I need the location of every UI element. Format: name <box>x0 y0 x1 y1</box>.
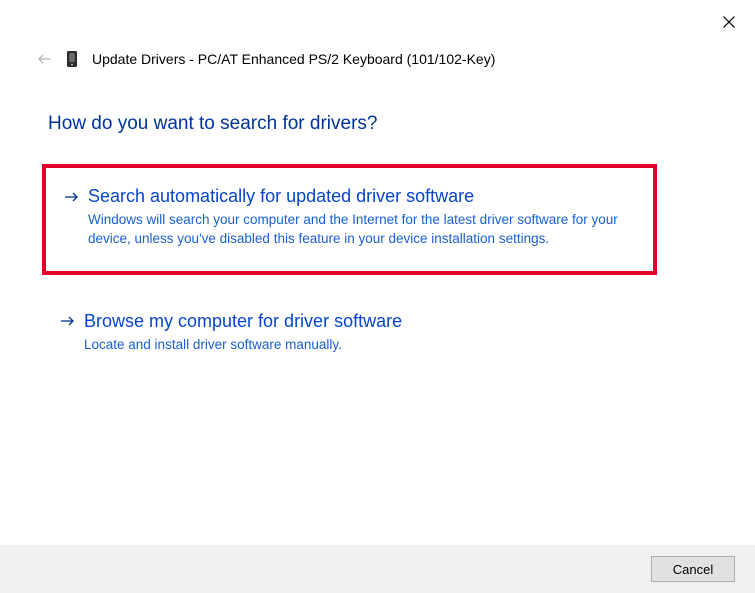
option-header: Browse my computer for driver software <box>60 311 637 332</box>
wizard-header: Update Drivers - PC/AT Enhanced PS/2 Key… <box>38 50 495 68</box>
option-title: Browse my computer for driver software <box>84 311 402 332</box>
arrow-right-icon <box>64 189 78 205</box>
arrow-right-icon <box>60 313 74 329</box>
device-icon <box>66 50 78 68</box>
options-list: Search automatically for updated driver … <box>42 164 657 395</box>
back-button <box>38 51 52 67</box>
option-description: Windows will search your computer and th… <box>88 211 628 249</box>
back-arrow-icon <box>38 54 52 64</box>
option-browse-computer[interactable]: Browse my computer for driver software L… <box>42 293 657 377</box>
close-button[interactable] <box>719 12 739 32</box>
option-search-automatically[interactable]: Search automatically for updated driver … <box>42 164 657 275</box>
wizard-title: Update Drivers - PC/AT Enhanced PS/2 Key… <box>92 51 495 67</box>
dialog-footer: Cancel <box>0 545 755 593</box>
page-heading: How do you want to search for drivers? <box>48 113 378 135</box>
close-icon <box>723 16 735 28</box>
option-description: Locate and install driver software manua… <box>84 336 624 355</box>
option-title: Search automatically for updated driver … <box>88 186 474 207</box>
option-header: Search automatically for updated driver … <box>64 186 633 207</box>
cancel-button[interactable]: Cancel <box>651 556 735 582</box>
